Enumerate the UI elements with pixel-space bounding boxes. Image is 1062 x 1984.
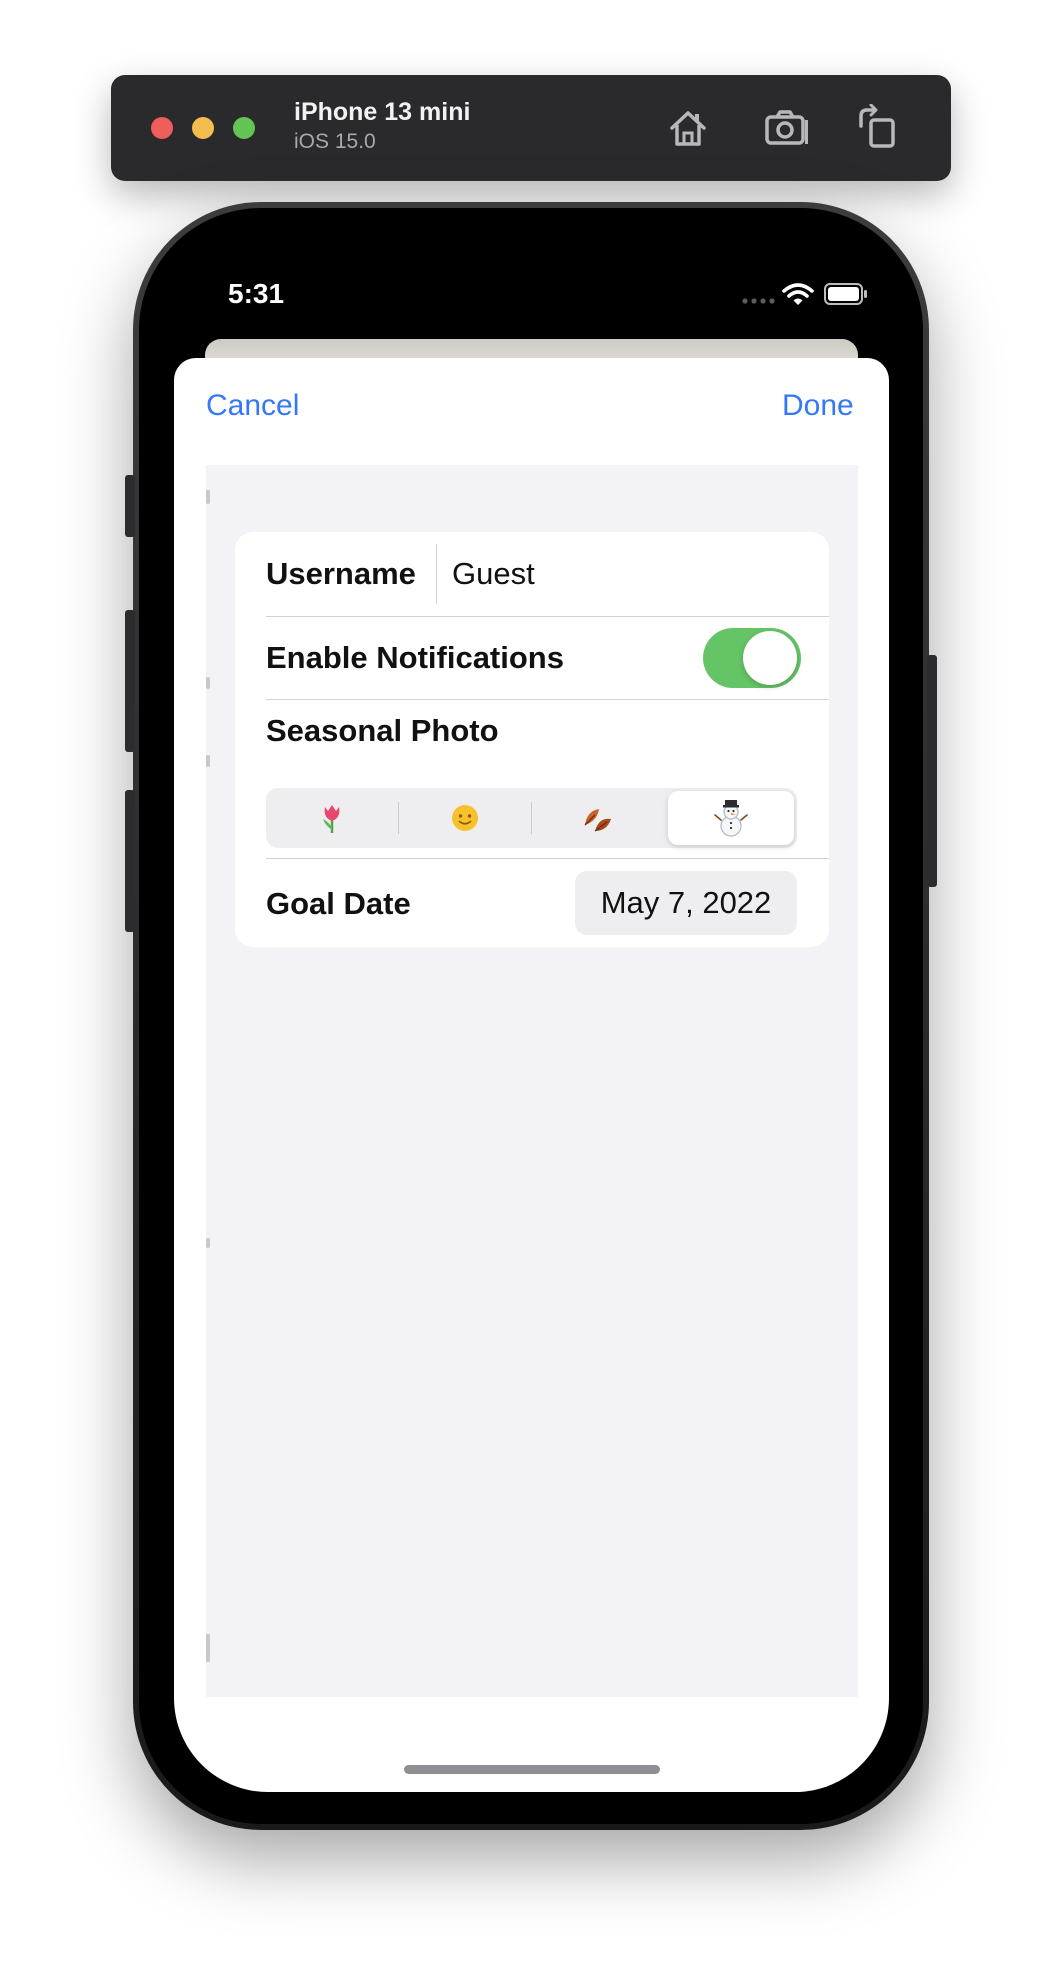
mute-switch xyxy=(125,475,135,537)
signal-icon xyxy=(742,298,775,304)
sun-icon xyxy=(452,805,478,831)
home-indicator[interactable] xyxy=(404,1765,660,1774)
username-label: Username xyxy=(266,556,416,591)
close-window-button[interactable] xyxy=(151,117,173,139)
cancel-button[interactable]: Cancel xyxy=(206,389,299,423)
rotate-icon[interactable] xyxy=(855,104,903,152)
goal-date-label: Goal Date xyxy=(266,886,411,921)
seasonal-photo-picker xyxy=(266,788,797,848)
username-input[interactable] xyxy=(452,552,812,596)
goal-date-picker[interactable]: May 7, 2022 xyxy=(575,871,797,935)
segment-winter[interactable] xyxy=(668,788,794,848)
seasonal-photo-label: Seasonal Photo xyxy=(266,713,499,748)
power-button xyxy=(927,655,937,887)
background-artifact xyxy=(206,1634,210,1662)
segment-summer[interactable] xyxy=(399,788,531,848)
toggle-knob xyxy=(743,631,797,685)
segment-autumn[interactable] xyxy=(532,788,664,848)
row-divider xyxy=(266,699,829,700)
volume-down-button xyxy=(125,790,135,932)
device-name: iPhone 13 mini xyxy=(294,98,471,126)
zoom-window-button[interactable] xyxy=(233,117,255,139)
minimize-window-button[interactable] xyxy=(192,117,214,139)
notifications-toggle[interactable] xyxy=(703,628,801,688)
wifi-icon xyxy=(782,283,814,305)
home-icon[interactable] xyxy=(664,104,712,152)
volume-up-button xyxy=(125,610,135,752)
background-artifact xyxy=(206,755,210,767)
segment-spring[interactable] xyxy=(266,788,398,848)
os-version: iOS 15.0 xyxy=(294,130,376,153)
row-divider xyxy=(266,858,829,859)
done-button[interactable]: Done xyxy=(782,389,854,423)
screenshot-root: iPhone 13 mini iOS 15.0 5:31 Cancel Done… xyxy=(0,0,1062,1984)
background-artifact xyxy=(206,490,210,504)
screenshot-icon[interactable] xyxy=(763,104,811,152)
status-time: 5:31 xyxy=(228,278,285,309)
background-artifact xyxy=(206,677,210,689)
background-artifact xyxy=(206,1238,210,1248)
snowman-icon xyxy=(714,800,748,837)
battery-icon xyxy=(824,283,867,305)
row-divider xyxy=(266,616,829,617)
notifications-label: Enable Notifications xyxy=(266,640,564,675)
field-separator xyxy=(436,544,437,604)
fallen-leaf-icon xyxy=(584,809,611,832)
tulip-icon xyxy=(323,805,340,833)
